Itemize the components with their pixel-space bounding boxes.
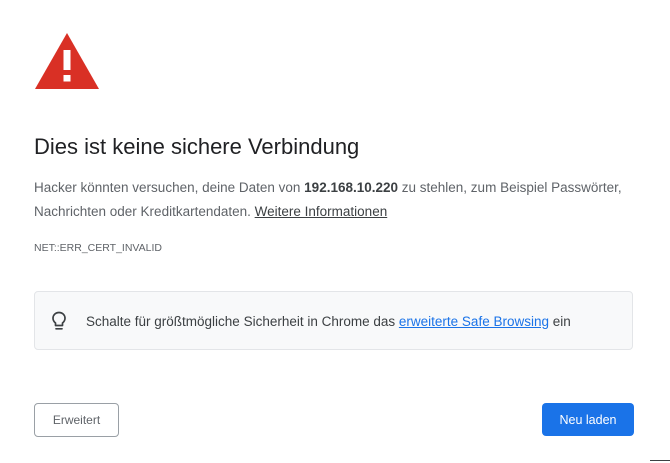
advanced-button[interactable]: Erweitert <box>34 403 119 437</box>
page-title: Dies ist keine sichere Verbindung <box>34 134 360 159</box>
safe-browsing-text: Schalte für größtmögliche Sicherheit in … <box>86 313 571 331</box>
safe-browsing-promo: Schalte für größtmögliche Sicherheit in … <box>34 291 633 350</box>
learn-more-link[interactable]: Weitere Informationen <box>255 204 388 219</box>
host-address: 192.168.10.220 <box>304 180 399 195</box>
safe-browsing-text-start: Schalte für größtmögliche Sicherheit in … <box>86 314 399 329</box>
enhanced-safe-browsing-link[interactable]: erweiterte Safe Browsing <box>399 314 549 329</box>
reload-button[interactable]: Neu laden <box>542 403 634 436</box>
interstitial-page: Dies ist keine sichere Verbindung Hacker… <box>0 0 670 463</box>
warning-triangle-icon <box>35 33 99 89</box>
description-text: Hacker könnten versuchen, deine Daten vo… <box>34 180 305 195</box>
corner-divider <box>650 460 670 461</box>
error-code: NET::ERR_CERT_INVALID <box>34 242 162 254</box>
safe-browsing-text-end: ein <box>548 314 571 329</box>
lightbulb-icon <box>52 311 66 330</box>
warning-description: Hacker könnten versuchen, deine Daten vo… <box>34 176 634 224</box>
